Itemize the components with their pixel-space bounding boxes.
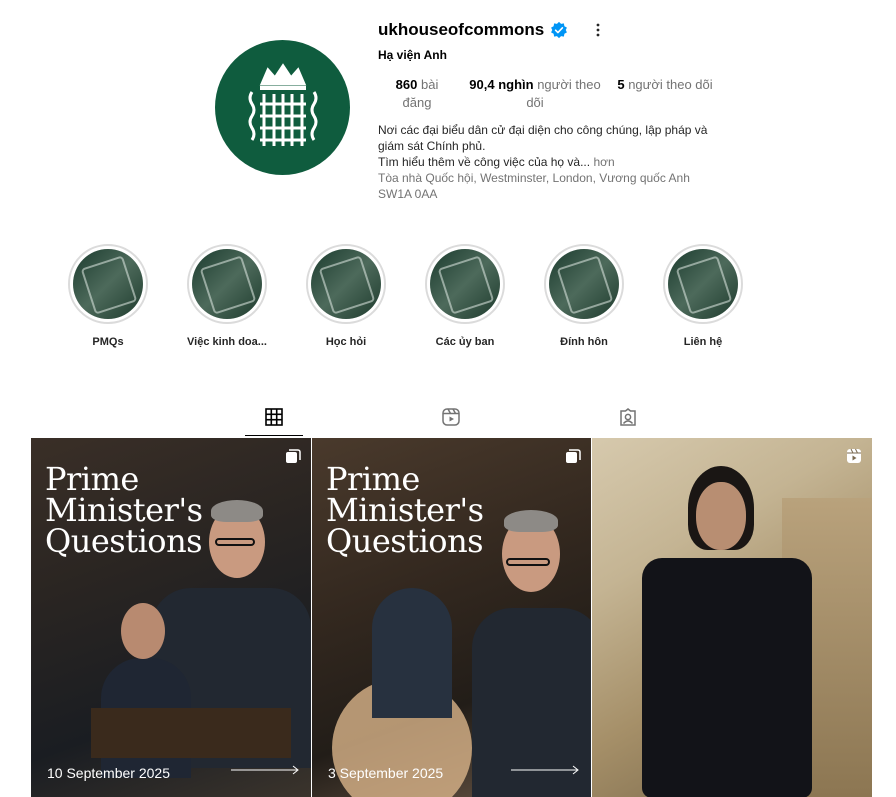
reels-icon [442,408,460,426]
verified-badge-icon [551,21,568,39]
background-head [121,603,165,659]
engagement-highlight-cover [549,249,619,319]
highlight-ring [187,244,267,324]
highlight-ring [663,244,743,324]
highlight-pmqs[interactable]: PMQs [48,244,168,348]
highlight-learning[interactable]: Học hỏi [286,244,406,348]
posts-grid: Prime Minister's Questions 10 September … [31,438,872,797]
bio-line-2: Tìm hiểu thêm về công việc của họ và... … [378,154,718,170]
highlight-label: Học hỏi [325,336,367,348]
more-options-icon[interactable] [590,22,606,38]
profile-info: ukhouseofcommons Hạ viện Anh 860 bài đăn… [378,18,738,201]
profile-bio: Nơi các đại biểu dân cử đại diện cho côn… [378,122,718,202]
pmqs-highlight-cover [73,249,143,319]
background-figure [372,588,452,718]
highlight-label: Liên hệ [683,336,723,348]
post-reel-staircase[interactable] [592,438,872,797]
presenter-face [696,482,746,550]
followers-count[interactable]: 90,4 nghìn người theo dõi [460,76,610,112]
speaker-hair [211,500,263,522]
post-title: Prime Minister's Questions [45,460,203,560]
learning-highlight-cover [311,249,381,319]
highlight-engagement[interactable]: Đính hôn [524,244,644,348]
glasses-shape [215,538,255,546]
username[interactable]: ukhouseofcommons [378,20,544,40]
highlight-ring [544,244,624,324]
tab-posts[interactable] [245,398,303,436]
portcullis-logo [248,62,317,146]
bio-line-1: Nơi các đại biểu dân cử đại diện cho côn… [378,123,708,153]
arrow-right-icon [511,765,579,775]
following-count[interactable]: 5 người theo dõi [616,76,714,94]
highlight-label: PMQs [92,336,124,348]
committees-highlight-cover [430,249,500,319]
followers-count-value: 90,4 nghìn [469,77,534,92]
following-count-label: người theo dõi [628,77,713,92]
posts-count: 860 bài đăng [382,76,452,112]
highlight-label: Việc kinh doa... [187,336,267,348]
highlight-ring [68,244,148,324]
tab-tagged[interactable] [599,398,657,436]
business-highlight-cover [192,249,262,319]
post-pmqs-3-september[interactable]: Prime Minister's Questions 3 September 2… [312,438,591,797]
contact-highlight-cover [668,249,738,319]
highlight-contact[interactable]: Liên hệ [643,244,763,348]
posts-count-value: 860 [395,77,418,92]
story-highlights: PMQs Việc kinh doa... Học hỏi Các ủy ban… [0,244,896,354]
highlight-ring [425,244,505,324]
glasses-shape [506,558,550,566]
dispatch-box [91,708,291,758]
bio-address: Tòa nhà Quốc hội, Westminster, London, V… [378,171,690,201]
following-count-value: 5 [617,77,625,92]
highlight-ring [306,244,386,324]
carousel-icon [286,449,301,463]
username-row: ukhouseofcommons [378,18,738,42]
tab-reels[interactable] [422,398,480,436]
post-pmqs-10-september[interactable]: Prime Minister's Questions 10 September … [31,438,311,797]
bio-more-link[interactable]: hơn [593,155,614,169]
arrow-right-icon [231,765,299,775]
tagged-icon [620,408,636,426]
post-title: Prime Minister's Questions [326,460,484,560]
followers-count-label: người theo dõi [526,77,601,110]
presenter-figure [642,558,812,797]
highlight-label: Các ủy ban [435,336,495,348]
post-date: 3 September 2025 [328,765,444,781]
highlight-business[interactable]: Việc kinh doa... [167,244,287,348]
highlight-committees[interactable]: Các ủy ban [405,244,525,348]
post-date: 10 September 2025 [47,765,170,781]
bio-line-2-text: Tìm hiểu thêm về công việc của họ và... [378,155,591,169]
profile-tabs [0,398,896,438]
grid-icon [265,407,283,426]
carousel-icon [566,449,581,463]
speaker-hair [504,510,558,532]
highlight-label: Đính hôn [560,336,608,348]
full-name: Hạ viện Anh [378,48,447,62]
reel-icon [847,448,861,463]
profile-avatar[interactable] [215,40,350,175]
profile-stats: 860 bài đăng 90,4 nghìn người theo dõi 5… [378,76,738,116]
